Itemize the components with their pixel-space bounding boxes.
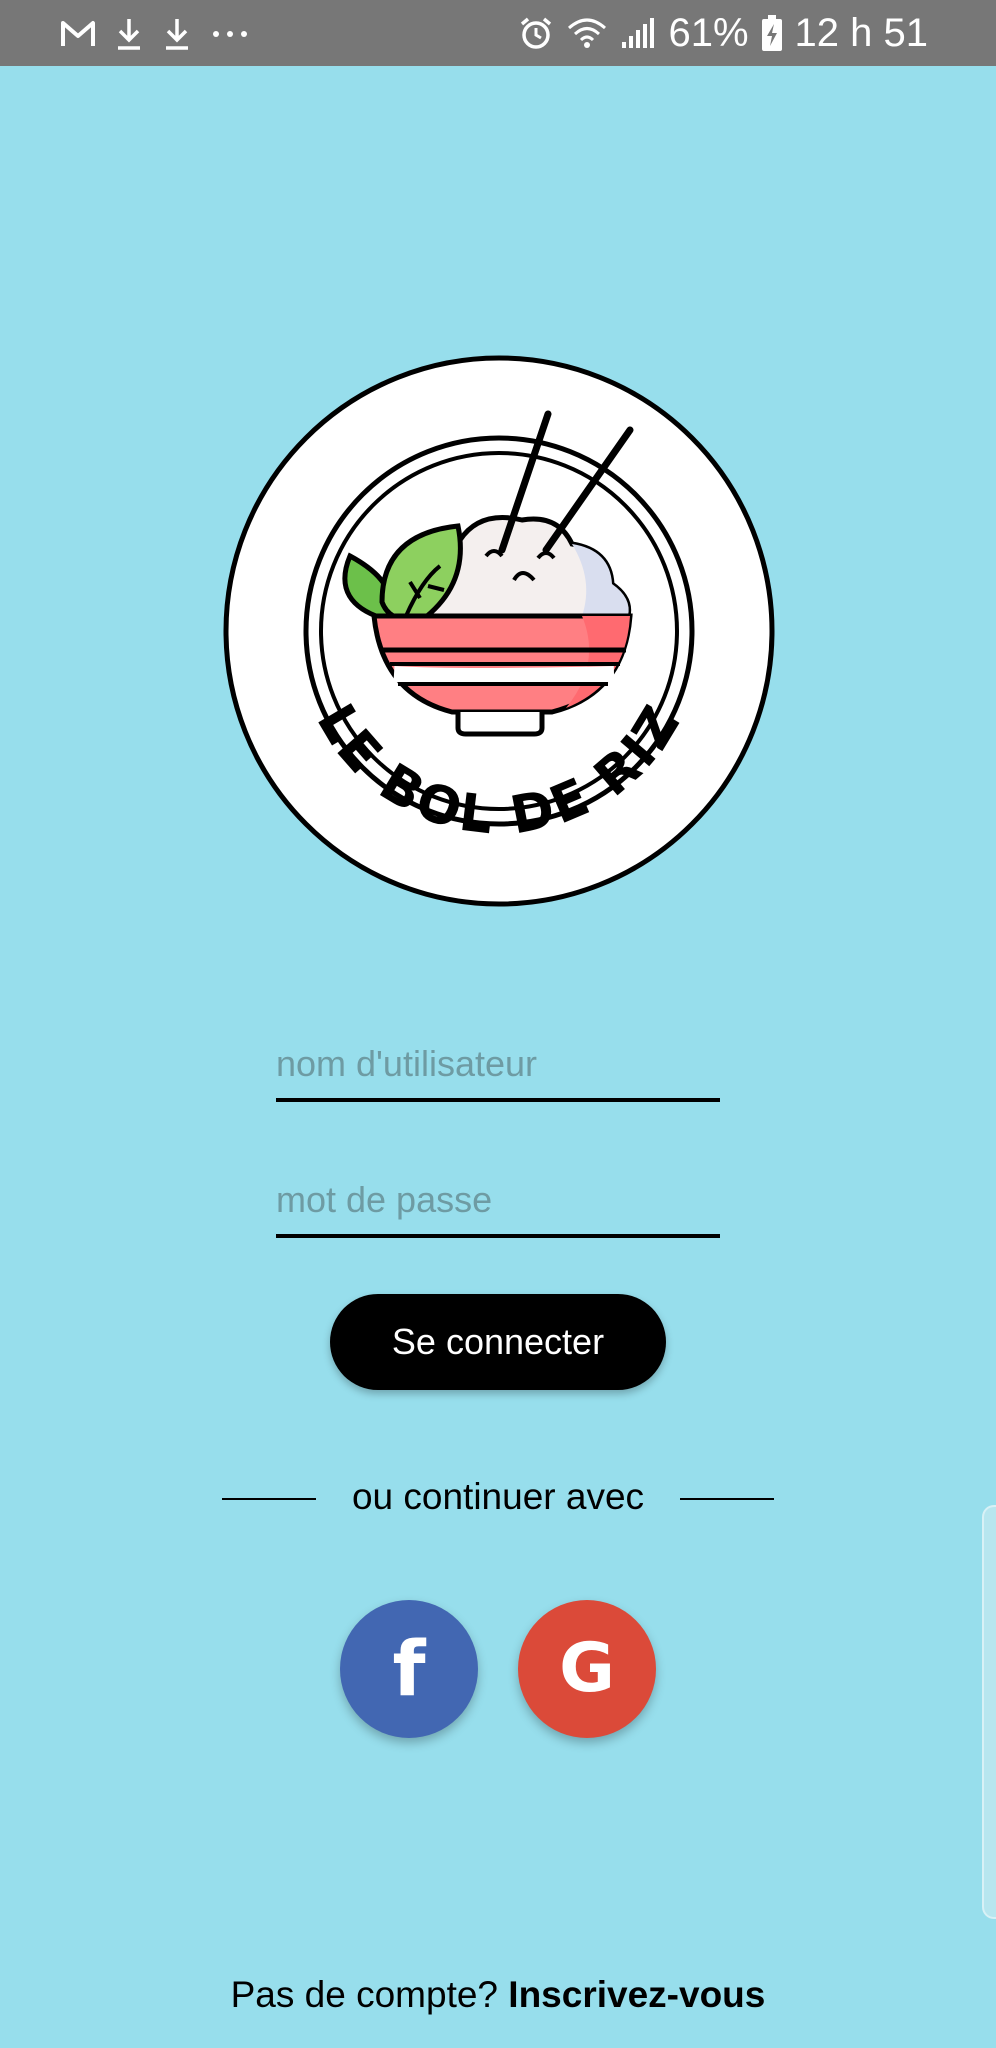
gmail-icon (60, 19, 96, 49)
svg-text:f: f (392, 1633, 426, 1703)
wifi-icon (566, 16, 608, 50)
status-bar: 61% 12 h 51 (0, 0, 996, 66)
battery-percentage: 61% (668, 10, 749, 55)
clock-time: 12 h 51 (794, 10, 928, 55)
facebook-login-button[interactable]: f (340, 1600, 478, 1738)
divider-text: ou continuer avec (351, 1476, 645, 1517)
password-field[interactable] (276, 1172, 720, 1238)
signup-prompt-text: Pas de compte? (230, 1974, 509, 2015)
google-login-button[interactable]: G (518, 1600, 656, 1738)
signup-link[interactable]: Inscrivez-vous (508, 1974, 765, 2015)
app-logo: LE BOL DE RIZ (222, 354, 776, 908)
facebook-icon: f (379, 1624, 439, 1713)
username-input[interactable] (276, 1036, 720, 1098)
google-icon: G (554, 1629, 620, 1708)
download-icon (114, 17, 144, 51)
login-button[interactable]: Se connecter (330, 1294, 666, 1390)
battery-charging-icon (761, 14, 783, 52)
divider-line-right (680, 1498, 774, 1500)
more-dots-icon (210, 29, 250, 39)
svg-text:G: G (559, 1635, 615, 1701)
edge-panel-handle[interactable] (982, 1505, 996, 1919)
username-field[interactable] (276, 1036, 720, 1102)
status-notifications (60, 14, 250, 54)
status-system: 61% 12 h 51 (518, 10, 928, 56)
signup-prompt: Pas de compte? Inscrivez-vous (0, 1974, 996, 2016)
download-icon (162, 17, 192, 51)
divider-line-left (222, 1498, 316, 1500)
signal-icon (620, 16, 656, 50)
password-input[interactable] (276, 1172, 720, 1234)
alarm-icon (518, 15, 554, 51)
